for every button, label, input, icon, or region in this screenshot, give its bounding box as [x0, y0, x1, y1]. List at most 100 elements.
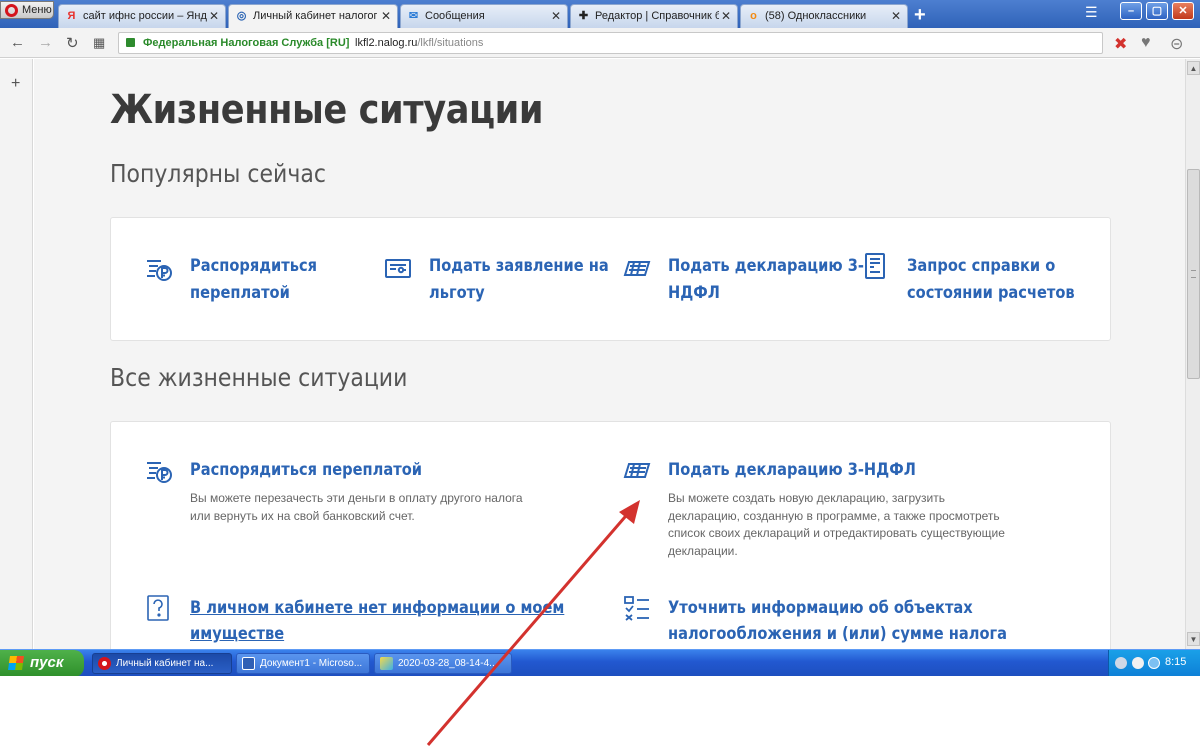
popular-link-line: Запрос справки о [907, 256, 1056, 276]
odnoklassniki-favicon-icon: o [750, 10, 757, 22]
application-icon [385, 259, 411, 278]
question-icon [147, 595, 169, 621]
forward-icon[interactable]: → [38, 34, 53, 51]
yandex-favicon-icon: Я [67, 10, 76, 22]
tab-messages[interactable]: ✉ Сообщения ✕ [400, 4, 568, 28]
taskbar-item-browser[interactable]: Личный кабинет на... [92, 653, 232, 674]
clock: 8:15 [1165, 656, 1187, 668]
popular-link-line: льготу [429, 283, 485, 303]
close-tab-icon[interactable]: ✕ [891, 9, 901, 23]
popular-link-line: Подать заявление на [429, 256, 609, 276]
url-host: lkfl2.nalog.ru [355, 37, 418, 49]
editor-favicon-icon: ✚ [578, 10, 589, 22]
ruble-doc-icon [147, 260, 172, 281]
scroll-down-arrow-icon[interactable]: ▼ [1187, 632, 1200, 646]
maximize-button[interactable]: ▢ [1146, 2, 1168, 20]
site-identity: Федеральная Налоговая Служба [RU] [143, 37, 350, 49]
image-viewer-icon [380, 657, 393, 670]
left-sidebar: + [0, 59, 33, 649]
screenshot: Меню Я сайт ифнс россии – Яндекс ✕ ◎ Лич… [0, 0, 1200, 749]
volume-icon[interactable] [1132, 657, 1144, 669]
minimize-button[interactable]: – [1120, 2, 1142, 20]
tray-arrow-icon[interactable] [1115, 657, 1127, 669]
scroll-thumb[interactable] [1187, 169, 1200, 379]
opera-logo-icon [5, 4, 18, 17]
tab-odnoklassniki[interactable]: o (58) Одноклассники ✕ [740, 4, 908, 28]
ruble-doc-icon [147, 462, 172, 483]
adblock-ribbon-icon[interactable]: ✖ [1114, 34, 1127, 54]
declaration-icon [623, 261, 651, 276]
situation-link-clarify-objects[interactable]: Уточнить информацию об объектах налогооб… [668, 595, 1007, 647]
situation-description: Вы можете создать новую декларацию, загр… [668, 491, 1005, 558]
scroll-grip-icon [1191, 270, 1196, 278]
situation-title-line: налогообложения и (или) сумме налога [668, 624, 1008, 644]
vertical-scrollbar[interactable]: ▲ ▼ [1185, 59, 1200, 649]
close-tab-icon[interactable]: ✕ [209, 9, 219, 23]
windows-logo-icon [8, 656, 24, 670]
situation-link-no-property-info[interactable]: В личном кабинете нет информации о моем … [190, 595, 564, 647]
popular-card: Распорядиться переплатой Подать заявлени… [110, 217, 1111, 341]
network-icon[interactable] [1148, 657, 1160, 669]
scroll-up-arrow-icon[interactable]: ▲ [1187, 61, 1200, 75]
close-tab-icon[interactable]: ✕ [551, 9, 561, 23]
popular-heading: Популярны сейчас [110, 159, 326, 188]
popular-link-benefit[interactable]: Подать заявление на льготу [429, 253, 609, 307]
tab-menu-icon[interactable]: ☰ [1085, 4, 1098, 21]
browser-tab-strip: Меню Я сайт ифнс россии – Яндекс ✕ ◎ Лич… [0, 0, 1200, 28]
opera-menu-button[interactable]: Меню [0, 1, 54, 19]
start-label: пуск [30, 654, 64, 671]
checklist-icon [624, 596, 649, 621]
popular-link-line: Распорядиться [190, 256, 318, 276]
popular-link-line: состоянии расчетов [907, 283, 1075, 303]
popular-link-3ndfl[interactable]: Подать декларацию 3- НДФЛ [668, 253, 864, 307]
situation-title-line: В личном кабинете нет информации о моем [190, 598, 565, 618]
start-button[interactable]: пуск [0, 650, 84, 677]
taskbar-item-word[interactable]: Документ1 - Microso... [236, 653, 370, 674]
url-path: /lkfl/situations [417, 37, 484, 49]
close-window-button[interactable]: ✕ [1172, 2, 1194, 20]
situation-link-overpayment[interactable]: Распорядиться переплатой [190, 457, 422, 483]
messages-favicon-icon: ✉ [408, 10, 419, 22]
system-tray: 8:15 [1108, 650, 1200, 677]
close-tab-icon[interactable]: ✕ [721, 9, 731, 23]
situation-title-line: Уточнить информацию об объектах [668, 598, 973, 618]
page-content: Жизненные ситуации Популярны сейчас Расп… [34, 59, 1185, 649]
all-situations-heading: Все жизненные ситуации [110, 363, 408, 392]
taskbar-item-screenshot[interactable]: 2020-03-28_08-14-4... [374, 653, 512, 674]
opera-menu-label: Меню [22, 4, 52, 16]
nalog-favicon-icon: ◎ [236, 10, 247, 22]
situation-link-3ndfl[interactable]: Подать декларацию 3-НДФЛ [668, 457, 916, 483]
situation-description: Вы можете перезачесть эти деньги в оплат… [190, 491, 523, 523]
popular-link-line: НДФЛ [668, 283, 720, 303]
tab-editor[interactable]: ✚ Редактор | Справочник бухгалтера ✕ [570, 4, 738, 28]
speed-dial-icon[interactable]: ▦ [93, 35, 105, 51]
declaration-icon [623, 463, 651, 478]
situation-title-line: имуществе [190, 624, 285, 644]
downloads-icon[interactable]: ⊝ [1170, 34, 1183, 54]
popular-link-overpayment[interactable]: Распорядиться переплатой [190, 253, 317, 307]
taskbar-item-label: Документ1 - Microso... [260, 658, 363, 669]
tab-label: (58) Одноклассники [765, 10, 867, 22]
lock-icon [126, 38, 135, 47]
reload-icon[interactable]: ↻ [66, 34, 79, 52]
tab-label: сайт ифнс россии – Яндекс [83, 10, 207, 22]
all-situations-card: Распорядиться переплатой Вы можете перез… [110, 421, 1111, 649]
tab-label: Сообщения [425, 10, 485, 22]
url-field[interactable]: Федеральная Налоговая Служба [RU] lkfl2.… [118, 32, 1103, 54]
blank-area [0, 676, 1200, 749]
certificate-icon [865, 253, 885, 279]
favorites-heart-icon[interactable]: ♥ [1141, 34, 1151, 52]
new-tab-button[interactable]: + [914, 4, 926, 27]
tab-yandex-search[interactable]: Я сайт ифнс россии – Яндекс ✕ [58, 4, 226, 28]
tab-nalog-cabinet[interactable]: ◎ Личный кабинет налогоплательщика ✕ [228, 4, 398, 28]
url-text: lkfl2.nalog.ru/lkfl/situations [355, 37, 483, 49]
close-tab-icon[interactable]: ✕ [381, 9, 391, 23]
opera-icon [98, 657, 111, 670]
tab-label: Личный кабинет налогоплательщика [253, 10, 377, 22]
back-icon[interactable]: ← [10, 34, 25, 51]
taskbar: пуск Личный кабинет на... Документ1 - Mi… [0, 649, 1200, 677]
page-title: Жизненные ситуации [110, 87, 544, 133]
word-icon [242, 657, 255, 670]
popular-link-settlement-certificate[interactable]: Запрос справки о состоянии расчетов [907, 253, 1075, 307]
sidebar-add-icon[interactable]: + [11, 75, 20, 93]
